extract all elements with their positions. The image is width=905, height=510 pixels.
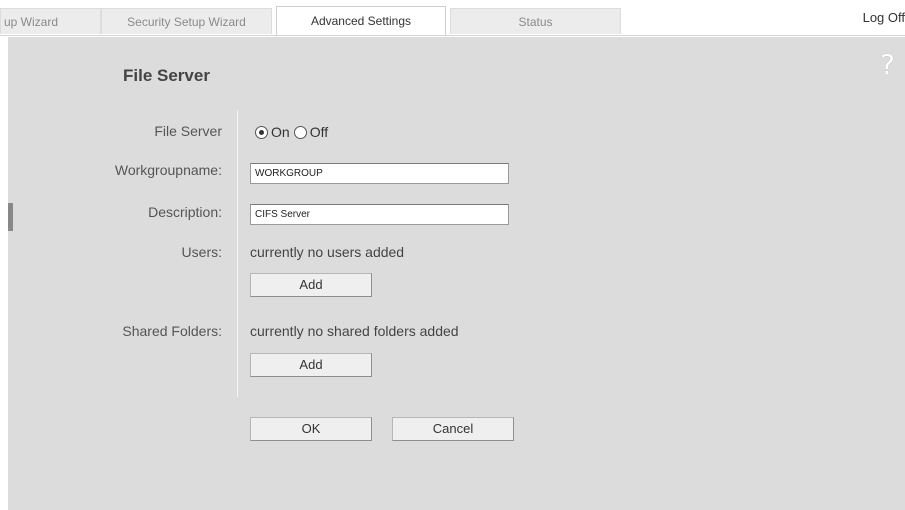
shared-folders-label: Shared Folders: — [122, 323, 222, 339]
tab-status[interactable]: Status — [450, 8, 621, 34]
description-input[interactable]: CIFS Server — [250, 204, 509, 225]
workgroup-input[interactable]: WORKGROUP — [250, 163, 509, 184]
users-label: Users: — [181, 244, 222, 260]
top-navigation: up Wizard Security Setup Wizard Advanced… — [0, 0, 905, 36]
file-server-on-label: On — [271, 124, 290, 140]
file-server-on-radio[interactable] — [255, 125, 268, 139]
workgroup-label: Workgroupname: — [114, 162, 222, 178]
file-server-label: File Server — [154, 123, 222, 139]
cancel-button[interactable]: Cancel — [392, 417, 514, 441]
add-user-button[interactable]: Add — [250, 273, 372, 297]
page-title: File Server — [123, 66, 210, 85]
users-status: currently no users added — [250, 244, 405, 260]
tab-divider — [0, 35, 905, 36]
form-divider — [237, 110, 238, 397]
ok-button[interactable]: OK — [250, 417, 372, 441]
file-server-off-radio[interactable] — [293, 125, 307, 139]
file-server-radio-group: On Off — [255, 124, 332, 140]
file-server-off-label: Off — [309, 124, 329, 140]
log-off-link[interactable]: Log Off — [863, 10, 905, 25]
tab-security-setup-wizard[interactable]: Security Setup Wizard — [101, 8, 272, 34]
help-icon[interactable]: ? — [880, 48, 895, 81]
add-shared-folder-button[interactable]: Add — [250, 353, 372, 377]
description-label: Description: — [148, 204, 222, 220]
tab-setup-wizard[interactable]: up Wizard — [0, 8, 101, 34]
shared-folders-status: currently no shared folders added — [250, 323, 459, 339]
tab-advanced-settings[interactable]: Advanced Settings — [276, 6, 446, 36]
